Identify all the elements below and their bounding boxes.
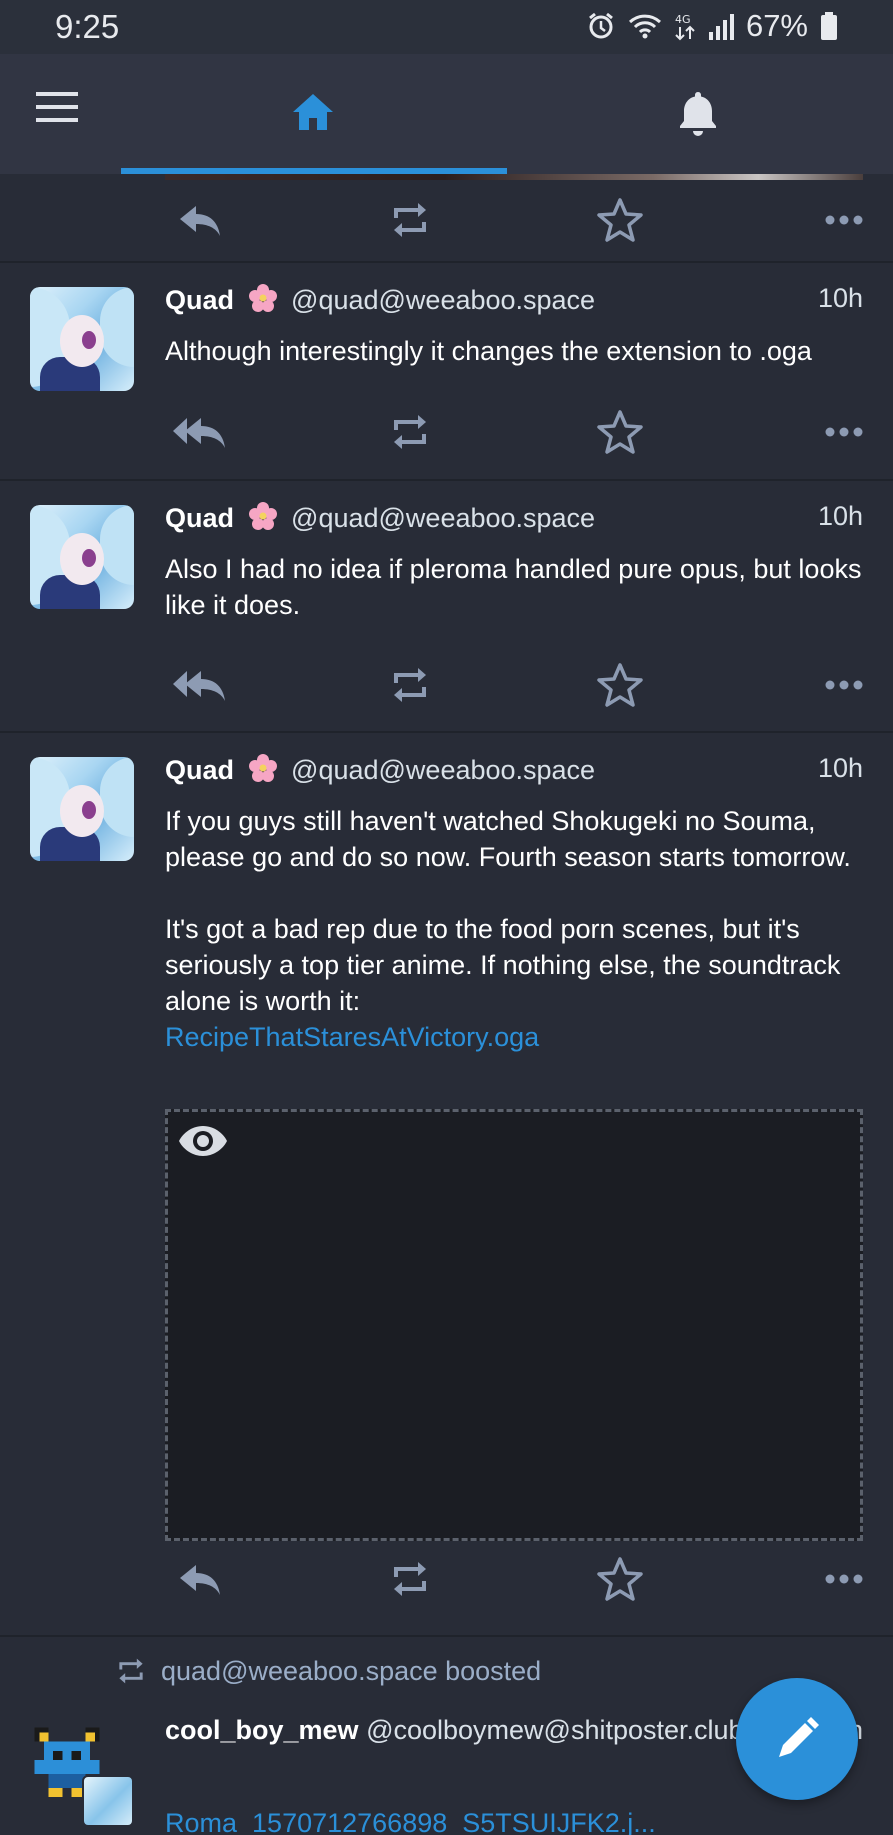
status-action-bar [165,190,863,250]
attachment-link[interactable]: Roma_1570712766898_S5TSUIJFK2.j... [165,1808,656,1835]
favourite-button[interactable] [585,190,655,250]
eye-icon [179,1126,227,1156]
boost-button[interactable] [375,190,445,250]
ellipsis-icon [825,680,863,690]
more-button[interactable] [793,1549,863,1609]
cherry-blossom-emoji-icon [248,753,278,790]
timestamp[interactable]: 10h [818,753,863,784]
reply-all-button[interactable] [165,402,235,462]
wifi-icon [628,14,661,39]
paragraph: Also I had no idea if pleroma handled pu… [165,554,862,620]
more-button[interactable] [793,402,863,462]
status-content: Although interestingly it changes the ex… [165,333,863,369]
status-card[interactable]: Quad @quad@weeaboo.space 10h Although in… [0,263,893,479]
status-content: Roma_1570712766898_S5TSUIJFK2.j... [165,1805,863,1835]
boost-icon [394,203,426,237]
pencil-icon [779,1717,819,1757]
battery-icon [821,12,837,40]
signal-icon [708,14,734,40]
timestamp[interactable]: 10h [818,501,863,532]
reply-button[interactable] [165,190,235,250]
paragraph: It's got a bad rep due to the food porn … [165,914,841,1016]
star-icon [597,1557,643,1601]
status-card[interactable]: Quad @quad@weeaboo.space 10h If you guys… [0,733,893,1609]
status-action-bar [165,402,863,462]
ellipsis-icon [825,427,863,437]
boost-icon [394,1562,426,1596]
boost-icon [119,1658,143,1684]
account-handle[interactable]: @coolboymew@shitposter.club [366,1715,744,1745]
clock: 9:25 [55,8,120,45]
status-header: Quad @quad@weeaboo.space 10h [165,753,863,789]
boost-icon [394,668,426,702]
ellipsis-icon [825,215,863,225]
display-name[interactable]: cool_boy_mew [165,1715,359,1745]
status-action-bar [165,655,863,715]
boost-button[interactable] [375,1549,445,1609]
boost-notice: quad@weeaboo.space boosted [115,1651,541,1691]
alarm-icon [589,12,613,39]
favourite-button[interactable] [585,402,655,462]
ellipsis-icon [825,1574,863,1584]
media-preview-edge [165,174,863,180]
home-icon [293,94,333,130]
avatar[interactable] [30,505,134,609]
star-icon [597,198,643,242]
status-header: Quad @quad@weeaboo.space 10h [165,283,863,319]
compose-button[interactable] [736,1678,858,1800]
boost-button[interactable] [375,402,445,462]
boost-icon [394,415,426,449]
status-content: Also I had no idea if pleroma handled pu… [165,551,863,623]
status-icons: 4G 67% [586,8,838,44]
favourite-button[interactable] [585,1549,655,1609]
reply-button[interactable] [165,1549,235,1609]
hidden-media-attachment[interactable] [165,1109,863,1541]
avatar[interactable] [30,287,134,391]
avatar[interactable] [30,757,134,861]
cherry-blossom-emoji-icon [248,283,278,320]
boosted-by-label[interactable]: quad@weeaboo.space boosted [161,1656,541,1687]
more-button[interactable] [793,655,863,715]
timestamp[interactable]: 10h [818,283,863,314]
reply-all-button[interactable] [165,655,235,715]
account-handle[interactable]: @quad@weeaboo.space [291,285,595,315]
tab-home[interactable] [121,54,507,174]
status-header: Quad @quad@weeaboo.space 10h [165,501,863,537]
bell-icon [680,92,716,136]
cherry-blossom-emoji-icon [248,501,278,538]
favourite-button[interactable] [585,655,655,715]
status-content: If you guys still haven't watched Shokug… [165,803,863,1055]
reply-icon [180,1565,220,1595]
display-name[interactable]: Quad [165,285,234,315]
reply-all-icon [173,671,225,701]
top-nav-bar [0,54,893,174]
hamburger-icon [36,92,78,122]
avatar[interactable] [30,1723,134,1827]
more-button[interactable] [793,190,863,250]
star-icon [597,663,643,707]
paragraph: If you guys still haven't watched Shokug… [165,806,851,872]
menu-button[interactable] [36,92,82,132]
home-timeline[interactable]: Quad @quad@weeaboo.space 10h Although in… [0,174,893,1835]
display-name[interactable]: Quad [165,755,234,785]
star-icon [597,410,643,454]
toggle-visibility-button[interactable] [178,1124,228,1163]
data-4g-icon: 4G [675,13,695,41]
reply-icon [180,206,220,236]
display-name[interactable]: Quad [165,503,234,533]
status-action-bar [165,1549,863,1609]
status-card[interactable]: Quad @quad@weeaboo.space 10h Also I had … [0,481,893,731]
account-handle[interactable]: @quad@weeaboo.space [291,755,595,785]
account-handle[interactable]: @quad@weeaboo.space [291,503,595,533]
paragraph: Although interestingly it changes the ex… [165,336,812,366]
reply-all-icon [173,418,225,448]
booster-avatar[interactable] [82,1775,134,1827]
battery-percent: 67% [745,8,808,43]
boost-button[interactable] [375,655,445,715]
system-status-bar: 9:25 4G 67% [0,0,893,54]
tab-notifications[interactable] [507,54,893,174]
attachment-link[interactable]: RecipeThatStaresAtVictory.oga [165,1022,539,1052]
svg-text:4G: 4G [675,13,691,26]
